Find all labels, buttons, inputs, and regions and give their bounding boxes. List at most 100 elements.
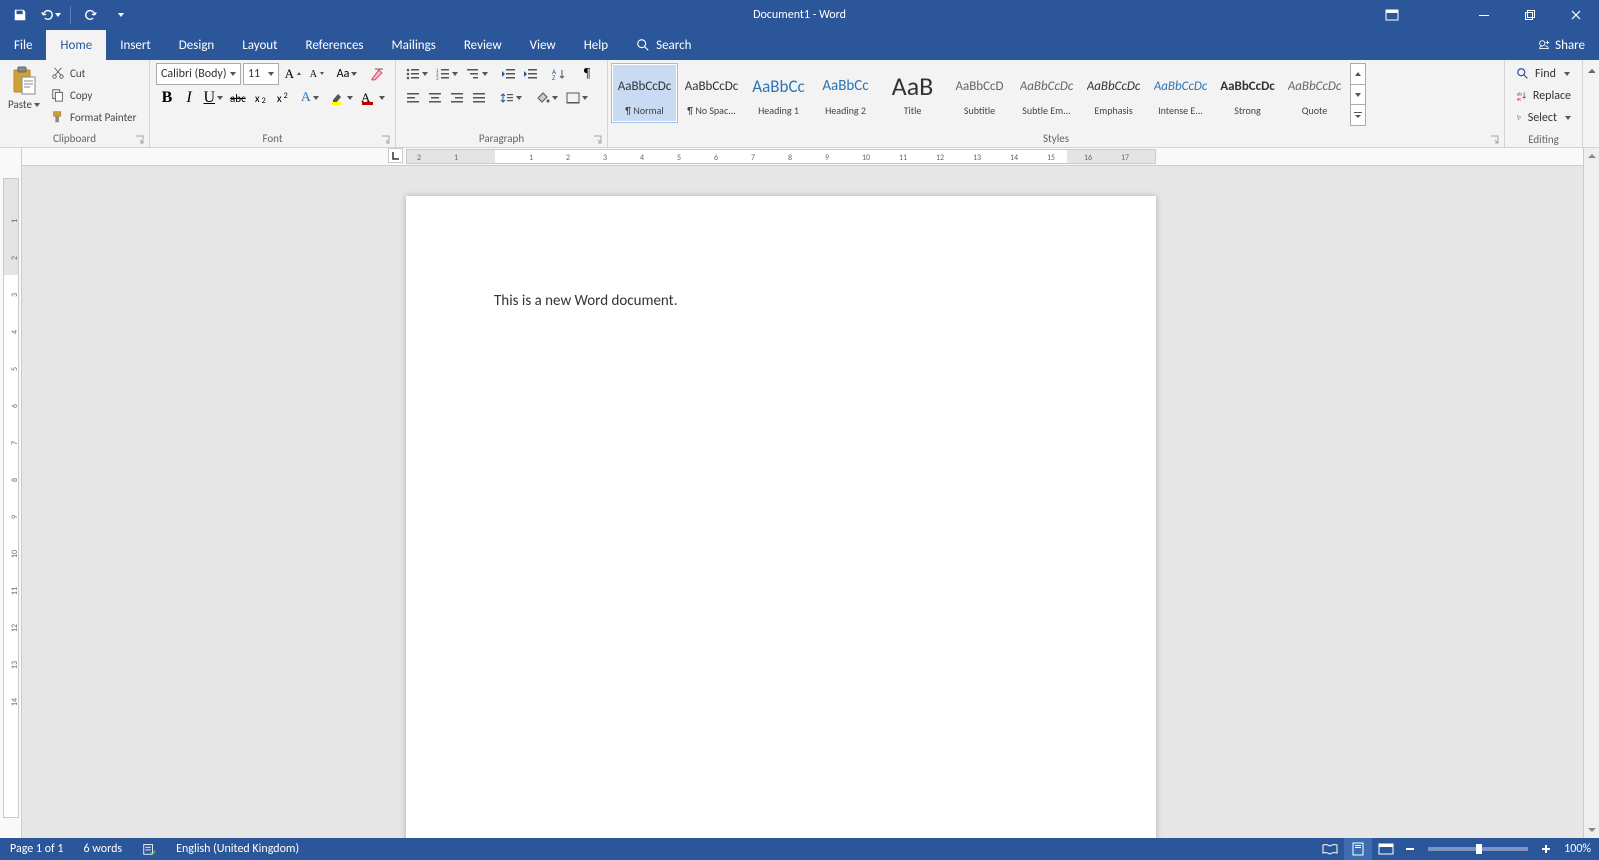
gallery-more-button[interactable] bbox=[1350, 105, 1366, 126]
style-item-8[interactable]: AaBbCcDcIntense E... bbox=[1147, 63, 1214, 123]
tab-home[interactable]: Home bbox=[46, 30, 106, 60]
tab-references[interactable]: References bbox=[292, 30, 378, 60]
strikethrough-button[interactable]: abc bbox=[226, 87, 249, 109]
tab-layout[interactable]: Layout bbox=[228, 30, 291, 60]
read-mode-button[interactable] bbox=[1316, 838, 1344, 860]
align-left-button[interactable] bbox=[402, 87, 424, 109]
tab-selector[interactable] bbox=[388, 148, 403, 163]
align-center-button[interactable] bbox=[424, 87, 446, 109]
clipboard-launcher[interactable] bbox=[133, 133, 146, 146]
vertical-scrollbar[interactable] bbox=[1583, 148, 1599, 838]
language-cell[interactable]: English (United Kingdom) bbox=[166, 838, 309, 860]
redo-button[interactable] bbox=[77, 1, 105, 29]
style-item-0[interactable]: AaBbCcDc¶ Normal bbox=[611, 63, 678, 123]
numbering-button[interactable]: 123 bbox=[432, 63, 462, 85]
horizontal-ruler[interactable]: 211234567891011121314151617 bbox=[22, 148, 1583, 166]
web-layout-button[interactable] bbox=[1372, 838, 1400, 860]
subscript-button[interactable]: x2 bbox=[249, 87, 271, 109]
show-marks-button[interactable]: ¶ bbox=[576, 63, 598, 85]
qat-customize-button[interactable] bbox=[107, 1, 135, 29]
styles-launcher[interactable] bbox=[1488, 133, 1501, 146]
collapse-ribbon-button[interactable] bbox=[1583, 63, 1599, 79]
align-right-button[interactable] bbox=[446, 87, 468, 109]
style-item-1[interactable]: AaBbCcDc¶ No Spac... bbox=[678, 63, 745, 123]
find-button[interactable]: Find bbox=[1511, 63, 1576, 85]
justify-button[interactable] bbox=[468, 87, 490, 109]
vertical-ruler[interactable]: 1234567891011121314 bbox=[0, 148, 22, 838]
zoom-slider[interactable] bbox=[1428, 847, 1528, 851]
format-painter-button[interactable]: Format Painter bbox=[46, 106, 141, 128]
gallery-up-button[interactable] bbox=[1350, 63, 1366, 85]
document-body[interactable]: This is a new Word document. bbox=[494, 292, 1068, 310]
tab-mailings[interactable]: Mailings bbox=[378, 30, 450, 60]
scroll-up-button[interactable] bbox=[1584, 148, 1599, 164]
page-viewport[interactable]: This is a new Word document. bbox=[22, 166, 1583, 838]
text-effects-button[interactable]: A bbox=[297, 87, 322, 109]
change-case-button[interactable]: Aa bbox=[333, 63, 361, 85]
save-button[interactable] bbox=[6, 1, 34, 29]
style-item-9[interactable]: AaBbCcDcStrong bbox=[1214, 63, 1281, 123]
increase-indent-button[interactable] bbox=[520, 63, 542, 85]
paragraph-launcher[interactable] bbox=[591, 133, 604, 146]
tab-design[interactable]: Design bbox=[165, 30, 228, 60]
grow-font-button[interactable]: A bbox=[281, 63, 306, 85]
style-item-7[interactable]: AaBbCcDcEmphasis bbox=[1080, 63, 1147, 123]
italic-button[interactable]: I bbox=[178, 87, 200, 109]
tab-review[interactable]: Review bbox=[450, 30, 516, 60]
superscript-button[interactable]: x2 bbox=[271, 87, 293, 109]
borders-button[interactable] bbox=[562, 87, 592, 109]
replace-button[interactable]: abac Replace bbox=[1511, 85, 1576, 107]
select-button[interactable]: Select bbox=[1511, 107, 1576, 129]
style-item-5[interactable]: AaBbCcDSubtitle bbox=[946, 63, 1013, 123]
font-name-combo[interactable]: Calibri (Body) bbox=[156, 63, 241, 85]
tab-insert[interactable]: Insert bbox=[106, 30, 165, 60]
proofing-cell[interactable] bbox=[132, 838, 166, 860]
bullets-button[interactable] bbox=[402, 63, 432, 85]
zoom-thumb[interactable] bbox=[1476, 844, 1482, 854]
style-item-6[interactable]: AaBbCcDcSubtle Em... bbox=[1013, 63, 1080, 123]
minimize-button[interactable] bbox=[1461, 0, 1507, 30]
style-item-4[interactable]: AaBTitle bbox=[879, 63, 946, 123]
font-size-combo[interactable]: 11 bbox=[243, 63, 279, 85]
tell-me-search[interactable]: Search bbox=[622, 30, 705, 60]
underline-button[interactable]: U bbox=[200, 87, 226, 109]
tab-file[interactable]: File bbox=[0, 30, 46, 60]
zoom-level-button[interactable]: 100% bbox=[1556, 842, 1599, 856]
style-item-2[interactable]: AaBbCcHeading 1 bbox=[745, 63, 812, 123]
share-button[interactable]: Share bbox=[1523, 30, 1599, 60]
tab-view[interactable]: View bbox=[516, 30, 570, 60]
shrink-font-button[interactable]: A bbox=[306, 63, 329, 85]
paste-button[interactable]: Paste bbox=[4, 62, 44, 128]
highlight-button[interactable] bbox=[326, 87, 357, 109]
maximize-button[interactable] bbox=[1507, 0, 1553, 30]
font-launcher[interactable] bbox=[379, 133, 392, 146]
undo-button[interactable] bbox=[36, 1, 64, 29]
multilevel-list-button[interactable] bbox=[462, 63, 492, 85]
word-count-cell[interactable]: 6 words bbox=[74, 838, 133, 860]
cut-button[interactable]: Cut bbox=[46, 62, 141, 84]
clear-formatting-button[interactable] bbox=[365, 63, 389, 85]
print-layout-button[interactable] bbox=[1344, 838, 1372, 860]
zoom-in-button[interactable] bbox=[1536, 838, 1556, 860]
copy-button[interactable]: Copy bbox=[46, 84, 141, 106]
numbering-icon: 123 bbox=[436, 68, 450, 80]
gallery-down-button[interactable] bbox=[1350, 85, 1366, 106]
search-label: Search bbox=[656, 38, 691, 53]
decrease-indent-button[interactable] bbox=[498, 63, 520, 85]
page[interactable]: This is a new Word document. bbox=[406, 196, 1156, 838]
sort-button[interactable]: AZ bbox=[548, 63, 570, 85]
scroll-down-button[interactable] bbox=[1584, 822, 1599, 838]
zoom-out-button[interactable] bbox=[1400, 838, 1420, 860]
line-spacing-button[interactable] bbox=[496, 87, 526, 109]
style-preview: AaBbCc bbox=[822, 69, 868, 103]
ribbon-display-options-button[interactable] bbox=[1369, 0, 1415, 30]
font-color-button[interactable]: A bbox=[357, 87, 389, 109]
style-item-10[interactable]: AaBbCcDcQuote bbox=[1281, 63, 1348, 123]
page-number-cell[interactable]: Page 1 of 1 bbox=[0, 838, 74, 860]
shading-button[interactable] bbox=[532, 87, 562, 109]
tab-help[interactable]: Help bbox=[570, 30, 622, 60]
language-label: English (United Kingdom) bbox=[176, 842, 299, 856]
style-item-3[interactable]: AaBbCcHeading 2 bbox=[812, 63, 879, 123]
bold-button[interactable]: B bbox=[156, 87, 178, 109]
close-button[interactable] bbox=[1553, 0, 1599, 30]
